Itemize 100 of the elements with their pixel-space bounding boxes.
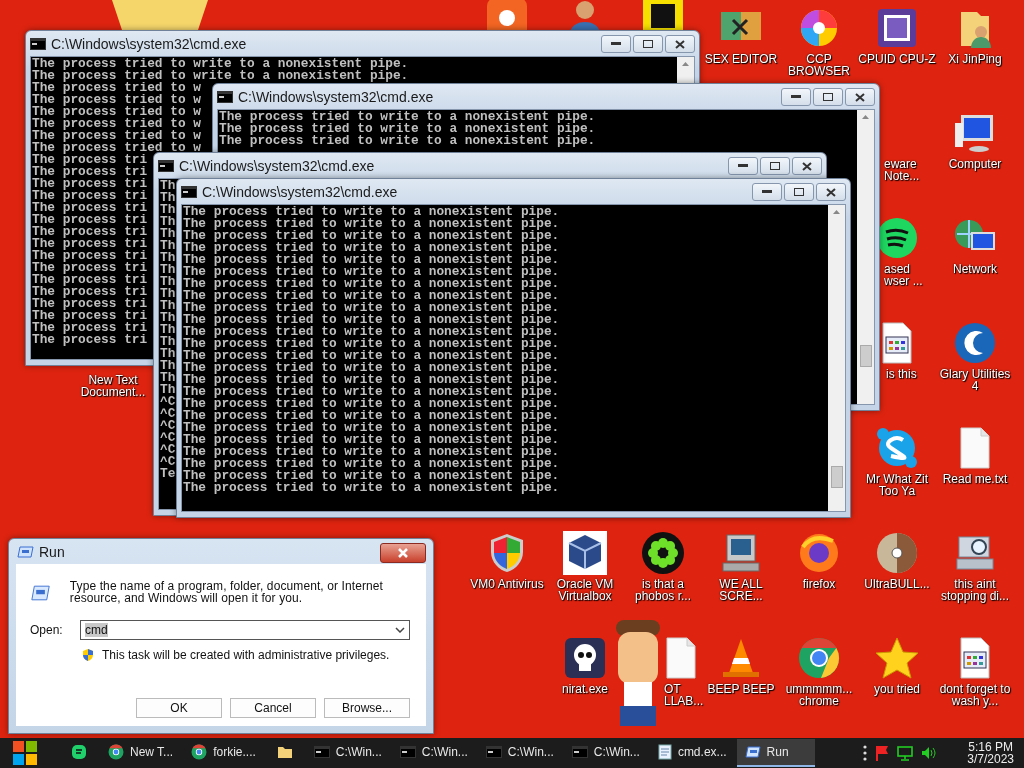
chat-bubble-icon [875,426,919,470]
taskbar-button[interactable]: C:\Win... [563,739,648,767]
console-line: Th [160,324,176,336]
console-line: The process tri [32,238,148,250]
icon-label[interactable]: is that a phobos r... [624,578,702,602]
console-line: Th [160,216,176,228]
console-line: ^C [160,432,176,444]
icon-label[interactable]: ummmmm... chrome [780,683,858,707]
icon-label[interactable]: is this [886,368,938,380]
icon-label[interactable]: CCP BROWSER [780,53,858,77]
console-line: The process tried to write to a nonexistent pipe. [219,135,596,147]
windows-logo-icon [12,740,38,766]
maximize-button[interactable] [813,88,843,106]
console-line: The process tried to write to a nonexistent pipe. [183,314,560,326]
icon-label[interactable]: ased wser ... [884,263,936,287]
console-icon [571,746,588,758]
icon-label[interactable]: nirat.exe [546,683,624,695]
console-line: The process tried to write to a nonexistent pipe. [183,410,560,422]
icon-label[interactable]: BEEP BEEP [702,683,780,695]
close-button[interactable] [380,543,426,563]
close-button[interactable] [665,35,695,53]
speaker-icon[interactable] [921,746,938,760]
window-title: C:\Windows\system32\cmd.exe [238,88,435,105]
console-icon [181,185,197,198]
taskbar-button[interactable]: cmd.ex... [649,739,735,767]
console-line: ^C [160,396,176,408]
console-line: The process tried to write to a nonexistent pipe. [183,254,560,266]
console-line: Th [160,192,176,204]
icon-label[interactable]: firefox [780,578,858,590]
icon-label[interactable]: eware Note... [884,158,936,182]
minimize-button[interactable] [728,157,758,175]
scrollbar[interactable] [828,205,845,511]
icon-label[interactable]: Xi JinPing [936,53,1014,65]
minimize-icon [611,42,621,46]
console-line: Th [160,384,176,396]
icon-label[interactable]: VM0 Antivirus [468,578,546,590]
more-icon[interactable] [863,745,868,761]
close-button[interactable] [845,88,875,106]
taskbar-button[interactable]: C:\Win... [391,739,476,767]
icon-label[interactable]: WE ALL SCRE... [702,578,780,602]
fox-globe-icon [797,531,841,575]
icon-label[interactable]: SEX EDITOR [702,53,780,65]
folder-icon [276,745,293,759]
icon-label[interactable]: OT LLAB... [664,683,704,707]
clock[interactable]: 5:16 PM 3/7/2023 [967,741,1014,765]
dialog-button[interactable]: OK [136,698,222,718]
console-line: Th [160,288,176,300]
taskbar-button[interactable]: New T... [100,739,182,767]
window-title: C:\Windows\system32\cmd.exe [179,157,376,174]
console-line: The process tried to write to a nonexistent pipe. [183,326,560,338]
maximize-button[interactable] [760,157,790,175]
taskbar-button[interactable]: forkie.... [183,739,264,767]
console-line: The process tried to write to a nonexistent pipe. [183,302,560,314]
scrollbar[interactable] [857,110,874,404]
dialog-button[interactable]: Browse... [324,698,410,718]
icon-label[interactable]: Glary Utilities 4 [936,368,1014,392]
taskbar-button[interactable]: C:\Win... [305,739,390,767]
close-button[interactable] [792,157,822,175]
icon-label[interactable]: CPUID CPU-Z [858,53,936,65]
maximize-button[interactable] [633,35,663,53]
console-line: The process tri [32,154,148,166]
icon-label[interactable]: dont forget to wash y... [936,683,1014,707]
skull-icon [563,636,607,680]
close-button[interactable] [816,183,846,201]
console-line: The process tried to write to a nonexistent pipe. [183,290,560,302]
console-line: The process tried to write to a nonexistent pipe. [183,242,560,254]
console-line: The process tried to write to a nonexistent pipe. [183,398,560,410]
dialog-button[interactable]: Cancel [230,698,316,718]
icon-label[interactable]: UltraBULL... [858,578,936,590]
close-icon [675,39,685,49]
console-line: The process tried to write to a nonexistent pipe. [32,70,409,82]
icon-label[interactable]: you tried [858,683,936,695]
icon-label[interactable]: Computer [936,158,1014,170]
icon-label[interactable]: Network [936,263,1014,275]
console-line: The process tried to write to a nonexistent pipe. [219,111,596,123]
console-line: The process tried to write to a nonexistent pipe. [183,374,560,386]
console-line: The process tried to write to a nonexistent pipe. [32,58,409,70]
icon-label[interactable]: New Text Document... [74,374,152,398]
console-line: ^C [160,444,176,456]
taskbar-button[interactable]: Run [736,739,815,767]
taskbar-button[interactable]: C:\Win... [477,739,562,767]
network-icon[interactable] [897,745,914,761]
caret-icon[interactable] [395,627,405,633]
icon-label[interactable]: this aint stopping di... [936,578,1014,602]
maximize-icon [823,93,833,101]
icon-label[interactable]: Read me.txt [936,473,1014,485]
icon-label[interactable]: Mr What Zit Too Ya [858,473,936,497]
disc-icon [875,531,919,575]
minimize-button[interactable] [752,183,782,201]
maximize-button[interactable] [784,183,814,201]
chrome-circle-icon [108,744,124,760]
icon-label[interactable]: Oracle VM Virtualbox [546,578,624,602]
scroll-thumb[interactable] [831,465,843,488]
scroll-thumb[interactable] [860,344,872,367]
minimize-button[interactable] [781,88,811,106]
console-line: The process tried to write to a nonexistent pipe. [183,278,560,290]
flag-icon[interactable] [875,745,890,761]
minimize-button[interactable] [601,35,631,53]
console-line: The process tri [32,262,148,274]
command-field[interactable]: cmd [80,620,410,640]
